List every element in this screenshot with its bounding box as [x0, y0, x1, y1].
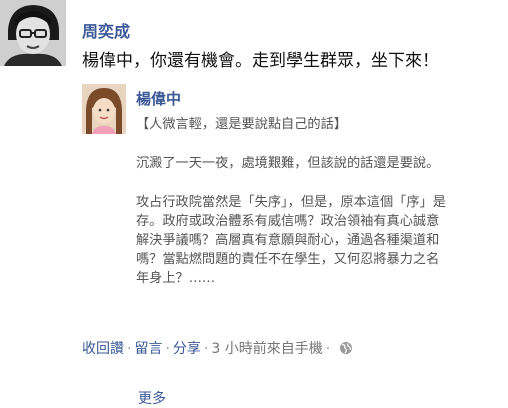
post-author-name[interactable]: 周奕成: [82, 18, 130, 42]
see-more-link[interactable]: 更多: [138, 388, 166, 408]
unlike-link[interactable]: 收回讚: [82, 341, 124, 357]
post-timestamp[interactable]: 3 小時前來自手機: [211, 341, 322, 357]
post-status-text: 楊偉中，你還有機會。走到學生群眾，坐下來！: [82, 51, 439, 71]
post-actions: 收回讚 · 留言 · 分享 · 3 小時前來自手機 ·: [82, 338, 353, 359]
shared-post: 楊偉中 【人微言輕，還是要說點自己的話】 沉澱了一天一夜，處境艱難，但該說的話還…: [82, 84, 508, 407]
shared-text-line: 嗎？當點燃問題的責任不在學生，又何忍將暴力之名: [136, 252, 440, 267]
shared-text-line: 存。政府或政治體系有威信嗎？政治領袖有真心誠意: [136, 214, 440, 229]
author-avatar[interactable]: [0, 0, 66, 66]
shared-author-avatar[interactable]: [82, 84, 126, 134]
separator: ·: [165, 341, 170, 357]
shared-text-line: 【人微言輕，還是要說點自己的話】: [136, 117, 347, 132]
separator: ·: [127, 341, 132, 357]
share-link[interactable]: 分享: [173, 341, 201, 357]
globe-icon[interactable]: [339, 341, 353, 359]
shared-post-body: 楊偉中 【人微言輕，還是要說點自己的話】 沉澱了一天一夜，處境艱難，但該說的話還…: [136, 88, 508, 288]
separator: ·: [203, 341, 209, 357]
separator: ·: [325, 341, 331, 357]
shared-text-line: 年身上？……: [136, 271, 216, 286]
shared-text-line: 解決爭議嗎？高層真有意願與耐心，通過各種渠道和: [136, 233, 440, 248]
shared-text-line: 攻占行政院當然是「失序」，但是，原本這個「序」是: [136, 195, 446, 210]
shared-author-name[interactable]: 楊偉中: [136, 88, 508, 109]
comment-link[interactable]: 留言: [134, 341, 162, 357]
shared-text-line: 沉澱了一天一夜，處境艱難，但該說的話還是要說。: [136, 156, 440, 171]
